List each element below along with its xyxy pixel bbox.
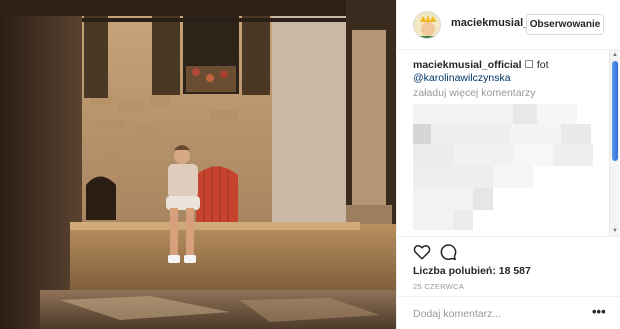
comments-scrollbar[interactable]: ▲ ▼ [609, 50, 619, 236]
blur-block [413, 104, 513, 124]
blur-block [413, 166, 493, 188]
scroll-up-arrow-icon[interactable]: ▲ [611, 51, 619, 59]
load-more-comments-link[interactable]: załaduj więcej komentarzy [413, 87, 536, 99]
post-date[interactable]: 25 CZERWCA [413, 282, 464, 291]
blur-block [413, 210, 453, 230]
avatar[interactable] [413, 11, 441, 39]
follow-button[interactable]: Obserwowanie [526, 14, 604, 35]
blur-block [493, 166, 533, 188]
caption-username[interactable]: maciekmusial_official [413, 59, 522, 71]
comment-input[interactable] [413, 305, 583, 322]
blurred-comments [413, 104, 597, 232]
author-username[interactable]: maciekmusial_ [451, 17, 529, 29]
scrollbar-thumb[interactable] [612, 61, 618, 161]
blur-block [473, 188, 493, 210]
scroll-down-arrow-icon[interactable]: ▼ [611, 227, 619, 235]
caption-text: ☐ fot [524, 59, 549, 71]
post-header: maciekmusial_ Obserwowanie [397, 0, 620, 50]
blur-block [513, 144, 553, 166]
blur-block [453, 144, 513, 166]
blur-block [431, 124, 511, 144]
blur-block [561, 124, 591, 144]
blur-block [413, 144, 453, 166]
post-actions [397, 236, 620, 264]
post-side-panel: maciekmusial_ Obserwowanie maciekmusial_… [396, 0, 620, 329]
add-comment-bar: ••• [397, 296, 620, 329]
more-options-icon[interactable]: ••• [592, 303, 606, 320]
post-photo[interactable] [0, 0, 396, 329]
blur-block [553, 144, 593, 166]
comments-section: maciekmusial_official ☐ fot @karolinawil… [397, 50, 620, 236]
caption-mention-link[interactable]: @karolinawilczynska [413, 72, 511, 84]
blur-block [453, 210, 473, 230]
comment-bubble-icon[interactable] [439, 243, 457, 261]
avatar-image [414, 12, 440, 38]
likes-count[interactable]: Liczba polubień: 18 587 [413, 265, 531, 277]
post-caption: maciekmusial_official ☐ fot @karolinawil… [413, 59, 603, 85]
blur-block [513, 104, 537, 124]
blur-block [537, 104, 577, 124]
blur-block [413, 188, 473, 210]
heart-icon[interactable] [413, 243, 431, 261]
blur-block [413, 124, 431, 144]
post-photo-image [0, 0, 396, 329]
blur-block [511, 124, 561, 144]
